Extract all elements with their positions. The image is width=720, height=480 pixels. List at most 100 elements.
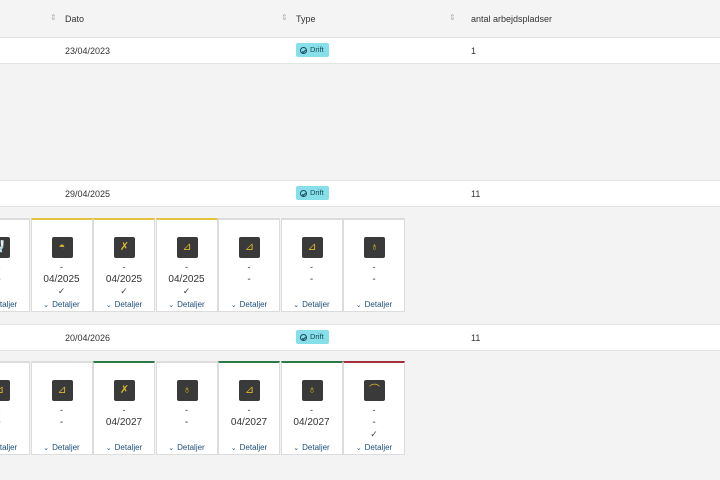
card-line: - — [247, 262, 251, 272]
details-label: Detaljer — [0, 300, 18, 309]
component-card: ♁ - - ⌄ Detaljer — [155, 361, 218, 455]
card-line: - — [372, 405, 376, 415]
sort-icon[interactable]: ⇕ — [281, 13, 288, 22]
details-label: Detaljer — [52, 443, 80, 452]
table-row[interactable]: 29/04/2025 Drift 11 — [0, 180, 720, 207]
card-date: 04/2025 — [43, 274, 80, 285]
basin-icon: ♁ — [364, 237, 385, 258]
gear-icon — [300, 333, 307, 341]
chevron-down-icon: ⌄ — [43, 302, 50, 309]
details-label: Detaljer — [114, 443, 143, 452]
details-label: Detaljer — [0, 443, 18, 452]
card-line: - — [122, 262, 126, 272]
card-line: - — [185, 262, 188, 272]
row-date: 29/04/2025 — [65, 189, 111, 199]
component-card: ⊿ - - ⌄Detaljer — [30, 361, 93, 455]
type-badge: Drift — [296, 43, 329, 57]
row-date: 23/04/2023 — [65, 46, 111, 56]
toilet-icon: ⊿ — [239, 237, 260, 258]
details-label: Detaljer — [239, 443, 268, 452]
gear-icon — [300, 189, 307, 197]
component-card: ⊿ - - ⌄Detaljer — [0, 361, 30, 455]
card-date: - — [184, 417, 189, 428]
chevron-down-icon: ⌄ — [168, 302, 175, 309]
tools-icon: ✗ — [114, 237, 135, 258]
card-date: - — [372, 417, 376, 428]
sort-icon[interactable]: ⇕ — [449, 13, 456, 22]
component-card: ✗ - 04/2025 ✓ ⌄ Detaljer — [93, 218, 155, 312]
card-date: - — [0, 274, 29, 285]
details-toggle[interactable]: ⌄Detaljer — [344, 443, 404, 452]
chevron-down-icon: ⌄ — [293, 445, 300, 452]
details-label: Detaljer — [114, 300, 143, 309]
chevron-down-icon: ⌄ — [230, 302, 237, 309]
card-line: - — [310, 405, 313, 415]
type-badge-label: Drift — [310, 332, 324, 341]
chevron-down-icon: ⌄ — [355, 302, 362, 309]
details-toggle[interactable]: ⌄Detaljer — [32, 443, 92, 452]
toilet-icon: ⊿ — [301, 237, 323, 258]
component-card: ⊿ - - ⌄Detaljer — [280, 218, 343, 312]
chevron-down-icon: ⌄ — [293, 302, 300, 309]
toilet-icon: ⊿ — [51, 380, 73, 401]
card-line: - — [60, 405, 63, 415]
toilet-icon: ⊿ — [0, 380, 10, 401]
card-line: - — [310, 262, 313, 272]
toilet-icon: ⊿ — [239, 380, 260, 401]
details-toggle[interactable]: ⌄Detaljer — [0, 300, 29, 309]
details-label: Detaljer — [52, 300, 80, 309]
component-card: ⊿ - - ⌄Detaljer — [218, 218, 280, 312]
component-card: ♁ - 04/2027 ⌄ Detaljer — [280, 361, 343, 455]
component-card: ⊿ - 04/2027 ⌄ Detaljer — [218, 361, 280, 455]
component-card: ♁ - - ⌄ Detaljer — [343, 218, 405, 312]
column-header-type[interactable]: Type — [296, 14, 316, 24]
component-card: ⌒ - - ✓ ⌄ Detaljer — [343, 361, 405, 455]
gear-icon — [300, 46, 307, 54]
table-row[interactable]: 20/04/2026 Drift 11 — [0, 324, 720, 351]
card-date: - — [372, 274, 376, 285]
chevron-down-icon: ⌄ — [168, 445, 175, 452]
details-toggle[interactable]: ⌄Detaljer — [157, 300, 217, 309]
check-icon: ✓ — [370, 429, 378, 439]
details-label: Detaljer — [302, 300, 330, 309]
row-workplaces: 11 — [471, 189, 481, 199]
type-badge-label: Drift — [310, 188, 324, 197]
basin-icon: ♁ — [301, 380, 323, 401]
urinal-icon: ⌒ — [364, 380, 385, 401]
table-row[interactable]: 23/04/2023 Drift 1 — [0, 37, 720, 64]
check-icon: ✓ — [182, 286, 191, 296]
card-line: - — [185, 405, 188, 415]
card-line: - — [372, 262, 376, 272]
card-date: 04/2027 — [230, 417, 268, 428]
page: ⇕ Dato ⇕ Type ⇕ antal arbejdspladser 23/… — [0, 0, 720, 480]
details-toggle[interactable]: ⌄Detaljer — [282, 300, 342, 309]
type-badge-label: Drift — [310, 45, 324, 54]
row-workplaces: 1 — [471, 46, 477, 56]
details-toggle[interactable]: ⌄Detaljer — [0, 443, 29, 452]
details-toggle[interactable]: ⌄Detaljer — [282, 443, 342, 452]
details-label: Detaljer — [302, 443, 330, 452]
card-date: 04/2025 — [168, 274, 205, 285]
chevron-down-icon: ⌄ — [230, 445, 237, 452]
details-toggle[interactable]: ⌄Detaljer — [94, 300, 154, 309]
tools-icon: ✗ — [114, 380, 135, 401]
card-date: 04/2025 — [105, 274, 143, 285]
basin-icon: ♁ — [176, 380, 198, 401]
details-toggle[interactable]: ⌄Detaljer — [219, 300, 279, 309]
chevron-down-icon: ⌄ — [105, 302, 112, 309]
card-date: 04/2027 — [105, 417, 143, 428]
column-header-date[interactable]: Dato — [65, 14, 84, 24]
component-card: ⊿ - 04/2025 ✓ ⌄ Detaljer — [155, 218, 218, 312]
details-toggle[interactable]: ⌄Detaljer — [157, 443, 217, 452]
chevron-down-icon: ⌄ — [43, 445, 50, 452]
details-toggle[interactable]: ⌄Detaljer — [344, 300, 404, 309]
component-card: ✗ - 04/2027 ⌄ Detaljer — [93, 361, 155, 455]
details-toggle[interactable]: ⌄Detaljer — [219, 443, 279, 452]
details-toggle[interactable]: ⌄Detaljer — [32, 300, 92, 309]
column-header-workplaces[interactable]: antal arbejdspladser — [471, 14, 552, 24]
chevron-down-icon: ⌄ — [105, 445, 112, 452]
card-date: - — [0, 417, 29, 428]
sort-icon[interactable]: ⇕ — [50, 13, 57, 22]
details-toggle[interactable]: ⌄Detaljer — [94, 443, 154, 452]
card-date: - — [59, 417, 64, 428]
